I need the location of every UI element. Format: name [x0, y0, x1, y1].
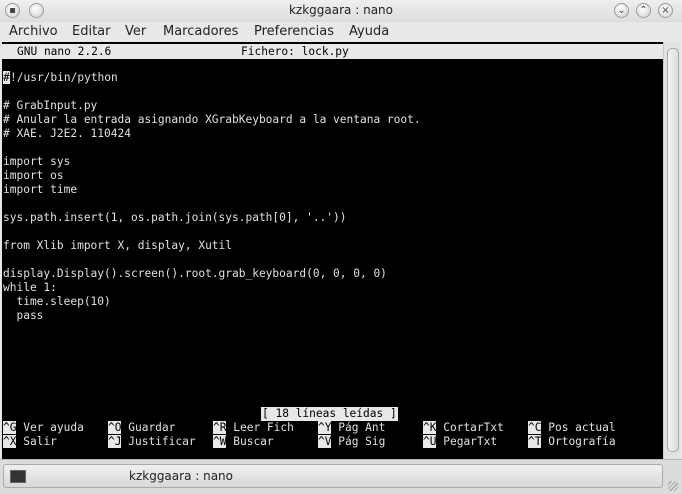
code-line: sys.path.insert(1, os.path.join(sys.path… — [3, 211, 347, 224]
shortcut-pegartxt: ^U PegarTxt — [423, 435, 497, 449]
nano-filename: Fichero: lock.py — [241, 45, 349, 58]
shortcut-salir: ^X Salir — [3, 435, 57, 449]
shortcut-ortografia: ^T Ortografía — [528, 435, 616, 449]
close-icon[interactable]: × — [658, 3, 673, 18]
code-line-text: !/usr/bin/python — [10, 71, 118, 84]
taskbar: kzkggaara : nano — [0, 459, 682, 494]
shortcut-label: Guardar — [128, 421, 176, 434]
shortcut-key: ^X — [3, 435, 17, 448]
shortcut-key: ^K — [423, 421, 437, 434]
shortcut-label: Justificar — [128, 435, 196, 448]
code-line: time.sleep(10) — [3, 295, 111, 308]
shortcut-justificar: ^J Justificar — [108, 435, 196, 449]
code-line: import os — [3, 169, 64, 182]
resize-grip-icon[interactable] — [668, 481, 678, 491]
title-bar[interactable]: ▪ kzkggaara : nano ⌄ ⌃ × — [0, 0, 682, 23]
scrollbar-thumb[interactable] — [667, 48, 679, 452]
code-line: # GrabInput.py — [3, 99, 98, 112]
vertical-scrollbar[interactable] — [663, 42, 681, 459]
shortcut-key: ^Y — [318, 421, 332, 434]
shortcut-ver-ayuda: ^G Ver ayuda — [3, 421, 84, 435]
taskbar-window-label: kzkggaara : nano — [129, 469, 234, 483]
nano-header-bar: GNU nano 2.2.6 Fichero: lock.py — [2, 44, 663, 59]
nano-version: GNU nano 2.2.6 — [17, 45, 112, 58]
shortcut-key: ^R — [213, 421, 227, 434]
code-line: # XAE. J2E2. 110424 — [3, 127, 131, 140]
shortcut-label: Ortografía — [548, 435, 616, 448]
shortcut-label: Leer Fich — [233, 421, 294, 434]
shortcut-key: ^O — [108, 421, 122, 434]
shortcut-label: Salir — [23, 435, 57, 448]
shortcut-key: ^U — [423, 435, 437, 448]
shortcut-label: CortarTxt — [443, 421, 504, 434]
maximize-icon[interactable]: ⌃ — [636, 3, 651, 18]
shortcut-key: ^C — [528, 421, 542, 434]
shortcut-label: Ver ayuda — [23, 421, 84, 434]
menu-bar: Archivo Editar Ver Marcadores Preferenci… — [0, 22, 682, 42]
shortcut-pos-actual: ^C Pos actual — [528, 421, 616, 435]
status-message: [ 18 líneas leídas ] — [261, 407, 398, 421]
taskbar-window-button[interactable]: kzkggaara : nano — [3, 464, 663, 488]
menu-editar[interactable]: Editar — [72, 24, 111, 39]
code-line: import sys — [3, 155, 71, 168]
terminal-icon — [10, 470, 26, 483]
code-line: while 1: — [3, 281, 57, 294]
shortcut-cortartxt: ^K CortarTxt — [423, 421, 504, 435]
shortcut-label: PegarTxt — [443, 435, 498, 448]
menu-marcadores[interactable]: Marcadores — [163, 24, 238, 39]
shortcut-guardar: ^O Guardar — [108, 421, 175, 435]
menu-ver[interactable]: Ver — [125, 24, 146, 39]
shortcut-key: ^W — [213, 435, 227, 448]
window-title: kzkggaara : nano — [288, 3, 393, 17]
shortcut-key: ^G — [3, 421, 17, 434]
code-line: #!/usr/bin/python — [3, 71, 118, 85]
shortcut-leer-fich: ^R Leer Fich — [213, 421, 294, 435]
code-line: import time — [3, 183, 78, 196]
terminal-window: ▪ kzkggaara : nano ⌄ ⌃ × Archivo Editar … — [0, 0, 682, 494]
code-line: display.Display().screen().root.grab_key… — [3, 267, 387, 280]
menu-archivo[interactable]: Archivo — [9, 24, 58, 39]
shortcut-key: ^J — [108, 435, 122, 448]
shortcut-label: Pos actual — [548, 421, 616, 434]
code-line: # Anular la entrada asignando XGrabKeybo… — [3, 113, 421, 126]
code-line: from Xlib import X, display, Xutil — [3, 239, 233, 252]
text-caret: # — [3, 71, 10, 84]
code-line: pass — [3, 309, 44, 322]
minimize-icon[interactable]: ⌄ — [614, 3, 629, 18]
menu-ayuda[interactable]: Ayuda — [349, 24, 389, 39]
shortcut-key: ^T — [528, 435, 542, 448]
shortcut-key: ^V — [318, 435, 332, 448]
shortcut-pag-sig: ^V Pág Sig — [318, 435, 385, 449]
shortcut-pag-ant: ^Y Pág Ant — [318, 421, 385, 435]
menu-preferencias[interactable]: Preferencias — [254, 24, 334, 39]
terminal-screen[interactable]: GNU nano 2.2.6 Fichero: lock.py #!/usr/b… — [2, 42, 663, 459]
shortcut-label: Buscar — [233, 435, 274, 448]
shortcut-label: Pág Sig — [338, 435, 386, 448]
shortcut-label: Pág Ant — [338, 421, 386, 434]
shortcut-buscar: ^W Buscar — [213, 435, 274, 449]
